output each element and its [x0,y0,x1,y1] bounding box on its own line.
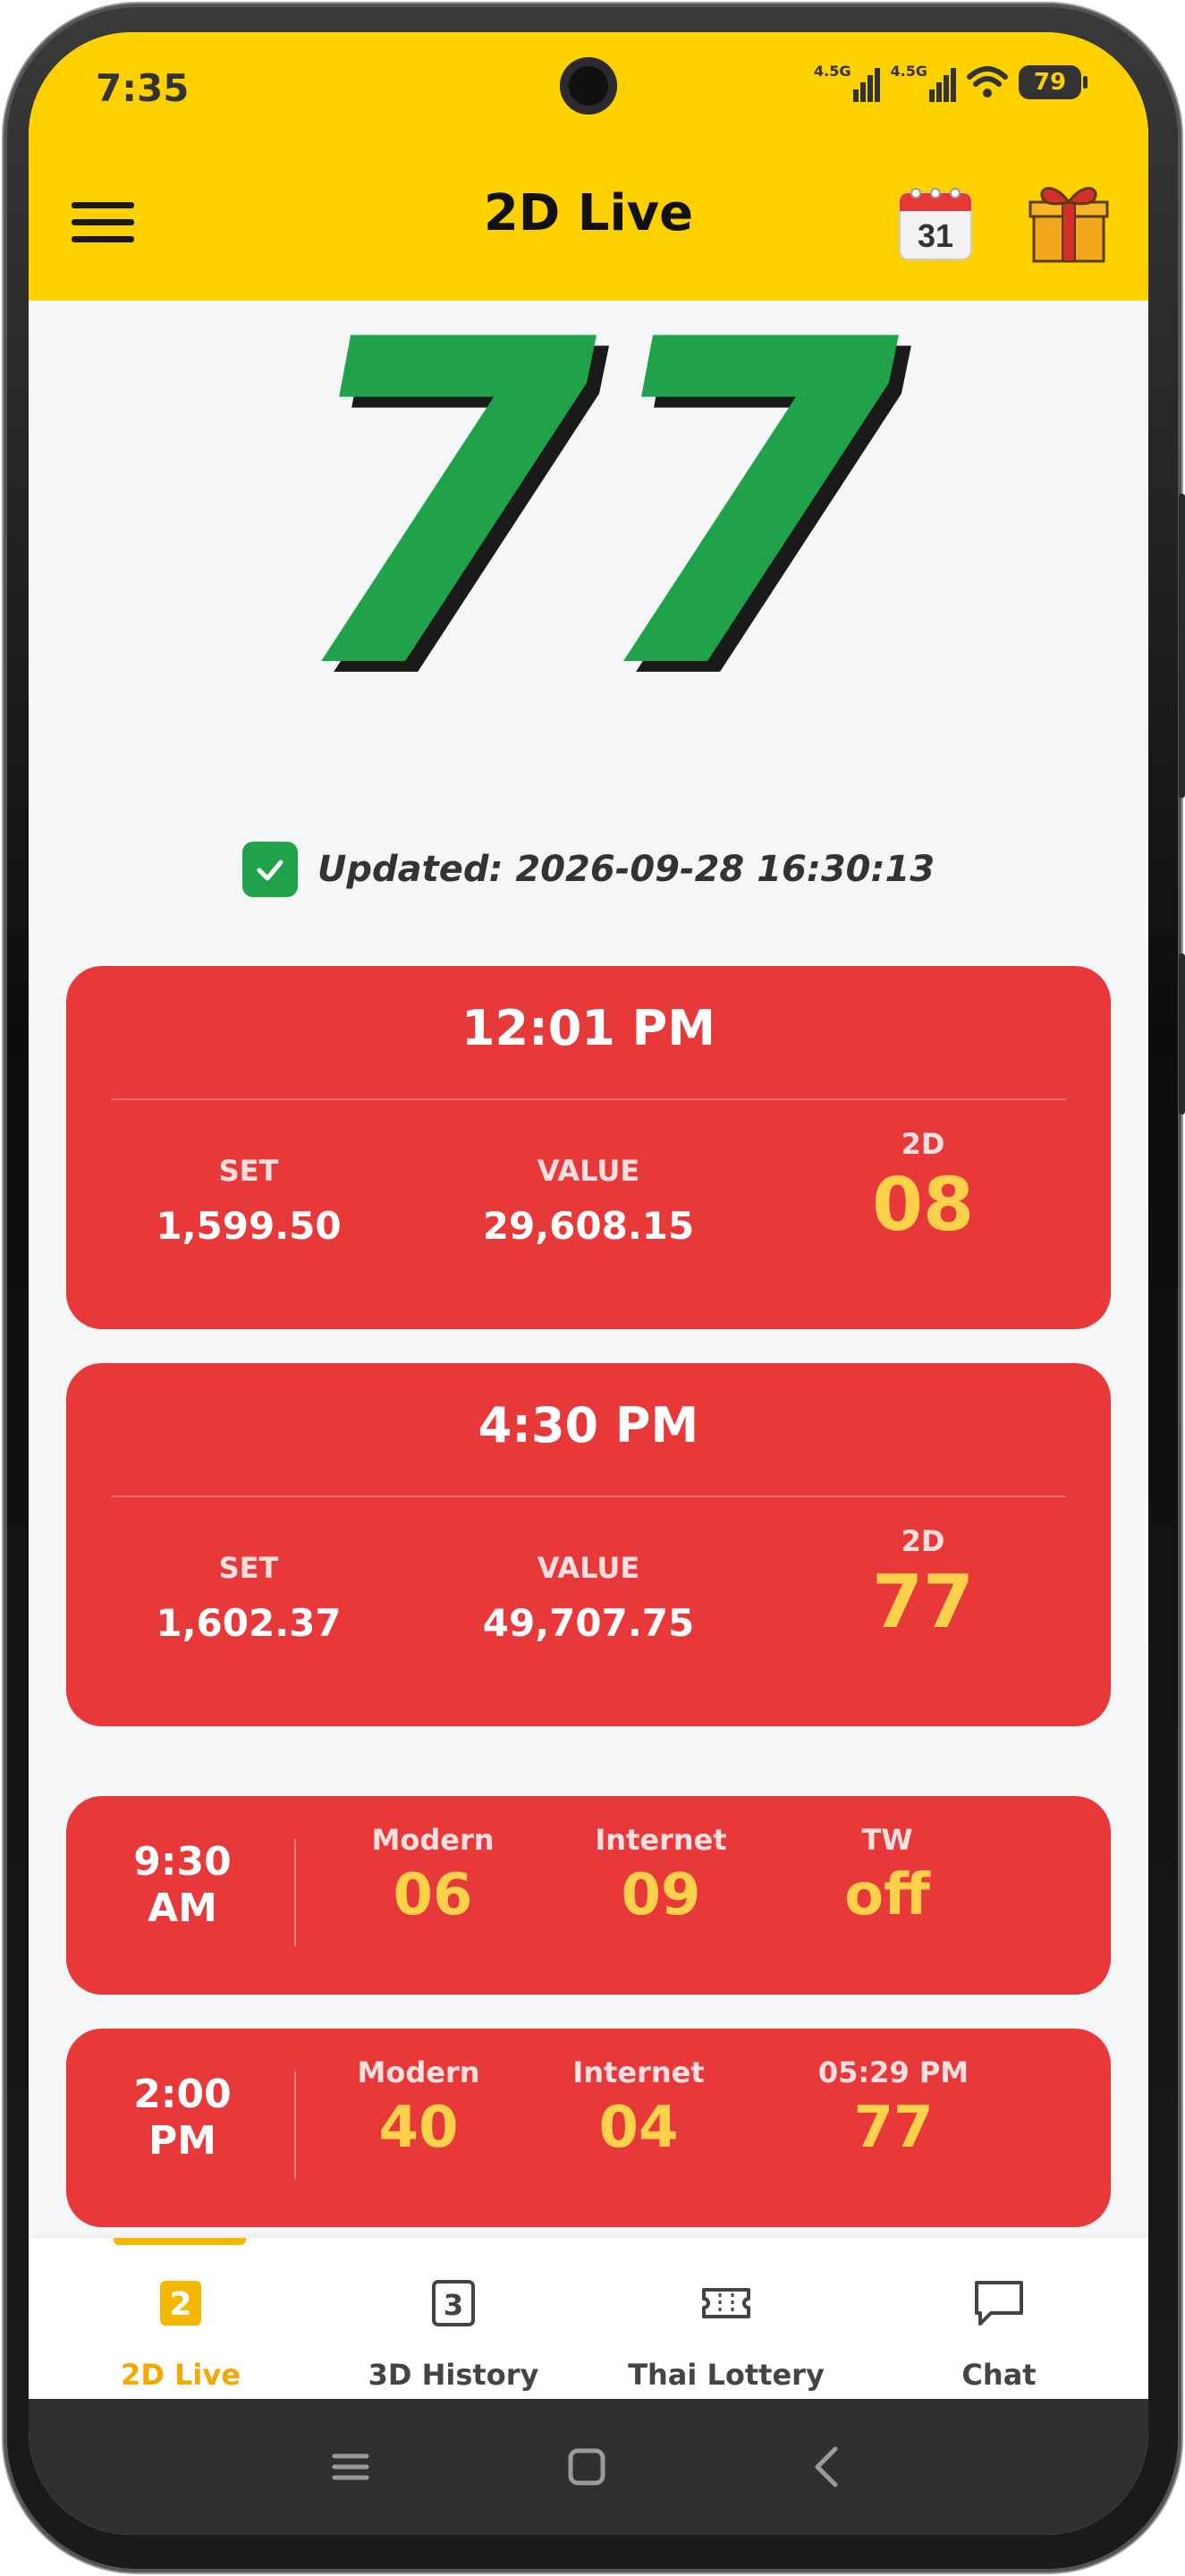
value-amount: 29,608.15 [482,1204,695,1248]
card-divider [111,1098,1066,1100]
extra-time-hour: 9:30 [133,1839,232,1885]
vertical-divider [294,1839,296,1946]
recent-apps-icon[interactable] [324,2440,377,2494]
calendar-icon[interactable]: 31 [896,184,975,263]
session-time: 12:01 PM [461,1000,715,1056]
live-2d-number: 77 [286,246,900,767]
value-label: VALUE [537,1551,640,1585]
app-screen: 7:35 4.5G 4.5G 79 2D Live 31 77 Updated:… [29,32,1148,2535]
page-title: 2D Live [483,184,694,242]
session-card: 4:30 PM SET 1,602.37 VALUE 49,707.75 2D … [66,1363,1111,1726]
internet-value: 04 [598,2095,679,2161]
power-button [1179,953,1185,1114]
tab-3d-history[interactable]: 3 3D History [319,2238,588,2399]
updated-timestamp: Updated: 2026-09-28 16:30:13 [317,849,935,890]
set-label: SET [218,1154,279,1188]
tab-2d-live[interactable]: 2 2D Live [47,2238,315,2399]
internet-column: Internet 04 [549,2055,728,2161]
modern-value: 40 [378,2095,459,2161]
internet-value: 09 [621,1862,701,1928]
extra-result-card: 9:30 AM Modern 06 Internet 09 TW off [66,1796,1111,1995]
tab-label: Chat [961,2358,1037,2392]
3d-history-icon: 3 [432,2280,475,2326]
twod-result: 77 [871,1560,975,1645]
extra-time-period: PM [148,2118,217,2164]
extra-time-hour: 2:00 [133,2072,232,2117]
tw-column: TW off [798,1823,977,1928]
evening-time-label: 05:29 PM [817,2055,969,2089]
calendar-day: 31 [918,217,953,254]
network-type-label: 4.5G [814,63,851,80]
check-icon [241,842,298,897]
set-value: 1,599.50 [156,1204,342,1248]
internet-label: Internet [572,2055,705,2089]
chat-icon [975,2281,1023,2326]
twod-column: 2D 77 [780,1524,1066,1645]
2d-live-icon: 2 [160,2281,201,2326]
set-label: SET [218,1551,279,1585]
twod-result: 08 [871,1163,975,1248]
set-column: SET 1,602.37 [106,1551,392,1645]
value-column: VALUE 29,608.15 [445,1154,732,1248]
tab-label: 3D History [368,2358,539,2392]
modern-column: Modern 40 [338,2055,499,2161]
status-time: 7:35 [96,66,190,110]
evening-value: 77 [853,2095,934,2161]
internet-label: Internet [595,1823,727,1857]
set-column: SET 1,599.50 [106,1154,392,1248]
ticket-icon [702,2288,750,2318]
network-type-label: 4.5G [890,63,927,80]
extra-time: 9:30 AM [102,1839,263,1932]
vertical-divider [294,2072,296,2179]
twod-label: 2D [901,1127,945,1161]
front-camera [560,57,617,114]
session-time: 4:30 PM [478,1397,699,1453]
volume-button [1179,494,1185,798]
tab-label: 2D Live [121,2358,241,2392]
system-navigation-bar [29,2399,1148,2535]
extra-result-card: 2:00 PM Modern 40 Internet 04 05:29 PM 7… [66,2029,1111,2227]
home-icon[interactable] [560,2440,614,2494]
battery-icon: 79 [1019,65,1088,99]
extra-time-period: AM [148,1885,217,1931]
signal-icon: 4.5G [814,63,880,102]
tab-thai-lottery[interactable]: Thai Lottery [592,2238,860,2399]
tw-label: TW [861,1823,913,1857]
value-column: VALUE 49,707.75 [445,1551,732,1645]
modern-column: Modern 06 [352,1823,513,1928]
value-label: VALUE [537,1154,640,1188]
twod-column: 2D 08 [780,1127,1066,1248]
signal-icon: 4.5G [891,63,956,102]
modern-value: 06 [393,1862,473,1928]
wifi-icon [967,66,1008,97]
extra-time: 2:00 PM [102,2072,263,2165]
twod-label: 2D [901,1524,945,1558]
modern-label: Modern [371,1823,495,1857]
session-card: 12:01 PM SET 1,599.50 VALUE 29,608.15 2D… [66,966,1111,1329]
status-icons: 4.5G 4.5G 79 [814,63,1088,102]
internet-column: Internet 09 [580,1823,741,1928]
updated-row: Updated: 2026-09-28 16:30:13 [29,842,1148,897]
card-divider [111,1496,1066,1497]
tab-label: Thai Lottery [628,2358,825,2392]
back-icon[interactable] [801,2440,855,2494]
modern-label: Modern [357,2055,480,2089]
3d-history-icon-digit: 3 [444,2288,463,2322]
set-value: 1,602.37 [156,1601,342,1645]
value-amount: 49,707.75 [482,1601,695,1645]
tab-chat[interactable]: Chat [865,2238,1133,2399]
2d-live-icon-digit: 2 [169,2286,191,2323]
tw-value: off [844,1862,930,1928]
bottom-navigation: 2 2D Live 3 3D History Thai Lottery Chat [29,2238,1148,2399]
evening-column: 05:29 PM 77 [791,2055,996,2161]
gift-icon[interactable] [1028,181,1109,263]
